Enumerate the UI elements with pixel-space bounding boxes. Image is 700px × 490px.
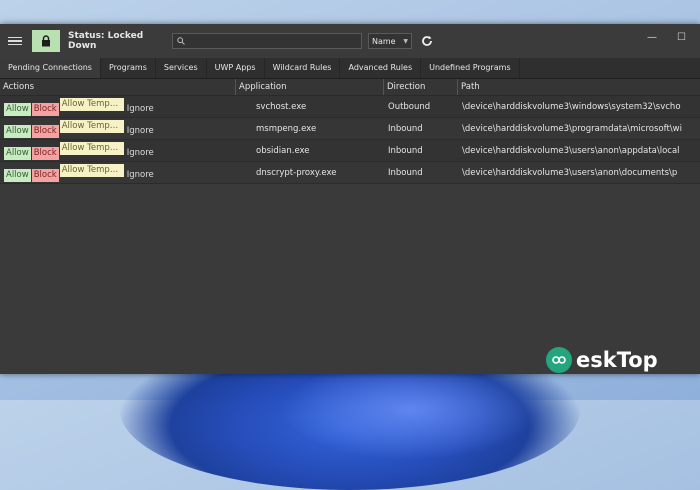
tab-advanced-rules[interactable]: Advanced Rules: [340, 58, 422, 78]
row-actions: Allow Block Allow Temp… Ignore: [0, 163, 236, 182]
row-actions: Allow Block Allow Temp… Ignore: [0, 141, 236, 160]
watermark-logo-icon: [546, 347, 572, 373]
tab-programs[interactable]: Programs: [101, 58, 156, 78]
allow-button[interactable]: Allow: [4, 102, 31, 116]
allow-temp-button[interactable]: Allow Temp…: [59, 163, 124, 177]
tab-pending-connections[interactable]: Pending Connections: [0, 58, 101, 78]
block-button[interactable]: Block: [31, 124, 59, 138]
row-actions: Allow Block Allow Temp… Ignore: [0, 119, 236, 138]
sort-dropdown[interactable]: Name ▼: [368, 33, 412, 49]
maximize-icon[interactable]: ☐: [677, 32, 686, 43]
table-row[interactable]: Allow Block Allow Temp… Ignore msmpeng.exe …: [0, 118, 700, 140]
allow-button[interactable]: Allow: [4, 124, 31, 138]
tab-undefined-programs[interactable]: Undefined Programs: [421, 58, 520, 78]
tab-uwp-apps[interactable]: UWP Apps: [207, 58, 265, 78]
application-cell: msmpeng.exe: [256, 123, 317, 134]
lock-button[interactable]: [32, 30, 60, 52]
column-header-actions[interactable]: Actions: [0, 79, 236, 95]
path-cell: \device\harddiskvolume3\windows\system32…: [462, 101, 681, 112]
ignore-button[interactable]: Ignore: [125, 103, 156, 116]
tab-wildcard-rules[interactable]: Wildcard Rules: [265, 58, 341, 78]
application-cell: svchost.exe: [256, 101, 307, 112]
menu-icon[interactable]: [8, 36, 22, 46]
allow-button[interactable]: Allow: [4, 168, 31, 182]
application-cell: dnscrypt-proxy.exe: [256, 167, 337, 178]
row-actions: Allow Block Allow Temp… Ignore: [0, 97, 236, 116]
search-input[interactable]: [189, 36, 349, 46]
column-header-direction[interactable]: Direction: [384, 79, 458, 95]
search-icon: [177, 37, 185, 45]
direction-cell: Inbound: [388, 145, 423, 156]
block-button[interactable]: Block: [31, 102, 59, 116]
column-header-application[interactable]: Application: [236, 79, 384, 95]
allow-temp-button[interactable]: Allow Temp…: [59, 141, 124, 155]
allow-temp-button[interactable]: Allow Temp…: [59, 119, 124, 133]
connections-table: Actions Application Direction Path Allow…: [0, 79, 700, 184]
ignore-button[interactable]: Ignore: [125, 169, 156, 182]
direction-cell: Inbound: [388, 123, 423, 134]
column-header-path[interactable]: Path: [458, 79, 700, 95]
firewall-window: Status: Locked Down Name ▼ — ☐ Pending C…: [0, 24, 700, 374]
toolbar: Status: Locked Down Name ▼ — ☐: [0, 24, 700, 58]
chevron-down-icon: ▼: [403, 37, 408, 45]
block-button[interactable]: Block: [31, 168, 59, 182]
refresh-icon[interactable]: [420, 34, 434, 48]
search-box[interactable]: [172, 33, 362, 49]
status-label: Status: Locked Down: [68, 31, 144, 51]
path-cell: \device\harddiskvolume3\users\anon\docum…: [462, 167, 678, 178]
tab-bar: Pending Connections Programs Services UW…: [0, 58, 700, 79]
path-cell: \device\harddiskvolume3\users\anon\appda…: [462, 145, 680, 156]
watermark: eskTop: [546, 347, 658, 373]
tab-services[interactable]: Services: [156, 58, 207, 78]
table-row[interactable]: Allow Block Allow Temp… Ignore obsidian.exe…: [0, 140, 700, 162]
ignore-button[interactable]: Ignore: [125, 147, 156, 160]
ignore-button[interactable]: Ignore: [125, 125, 156, 138]
allow-button[interactable]: Allow: [4, 146, 31, 160]
table-header: Actions Application Direction Path: [0, 79, 700, 96]
minimize-icon[interactable]: —: [647, 32, 657, 43]
allow-temp-button[interactable]: Allow Temp…: [59, 97, 124, 111]
path-cell: \device\harddiskvolume3\programdata\micr…: [462, 123, 682, 134]
desktop-wallpaper-glow: [280, 360, 540, 460]
application-cell: obsidian.exe: [256, 145, 310, 156]
block-button[interactable]: Block: [31, 146, 59, 160]
table-row[interactable]: Allow Block Allow Temp… Ignore dnscrypt-pro…: [0, 162, 700, 184]
sort-dropdown-value: Name: [372, 36, 396, 46]
direction-cell: Outbound: [388, 101, 431, 112]
table-row[interactable]: Allow Block Allow Temp… Ignore svchost.exe …: [0, 96, 700, 118]
direction-cell: Inbound: [388, 167, 423, 178]
lock-icon: [42, 35, 50, 47]
watermark-text: eskTop: [576, 348, 658, 372]
